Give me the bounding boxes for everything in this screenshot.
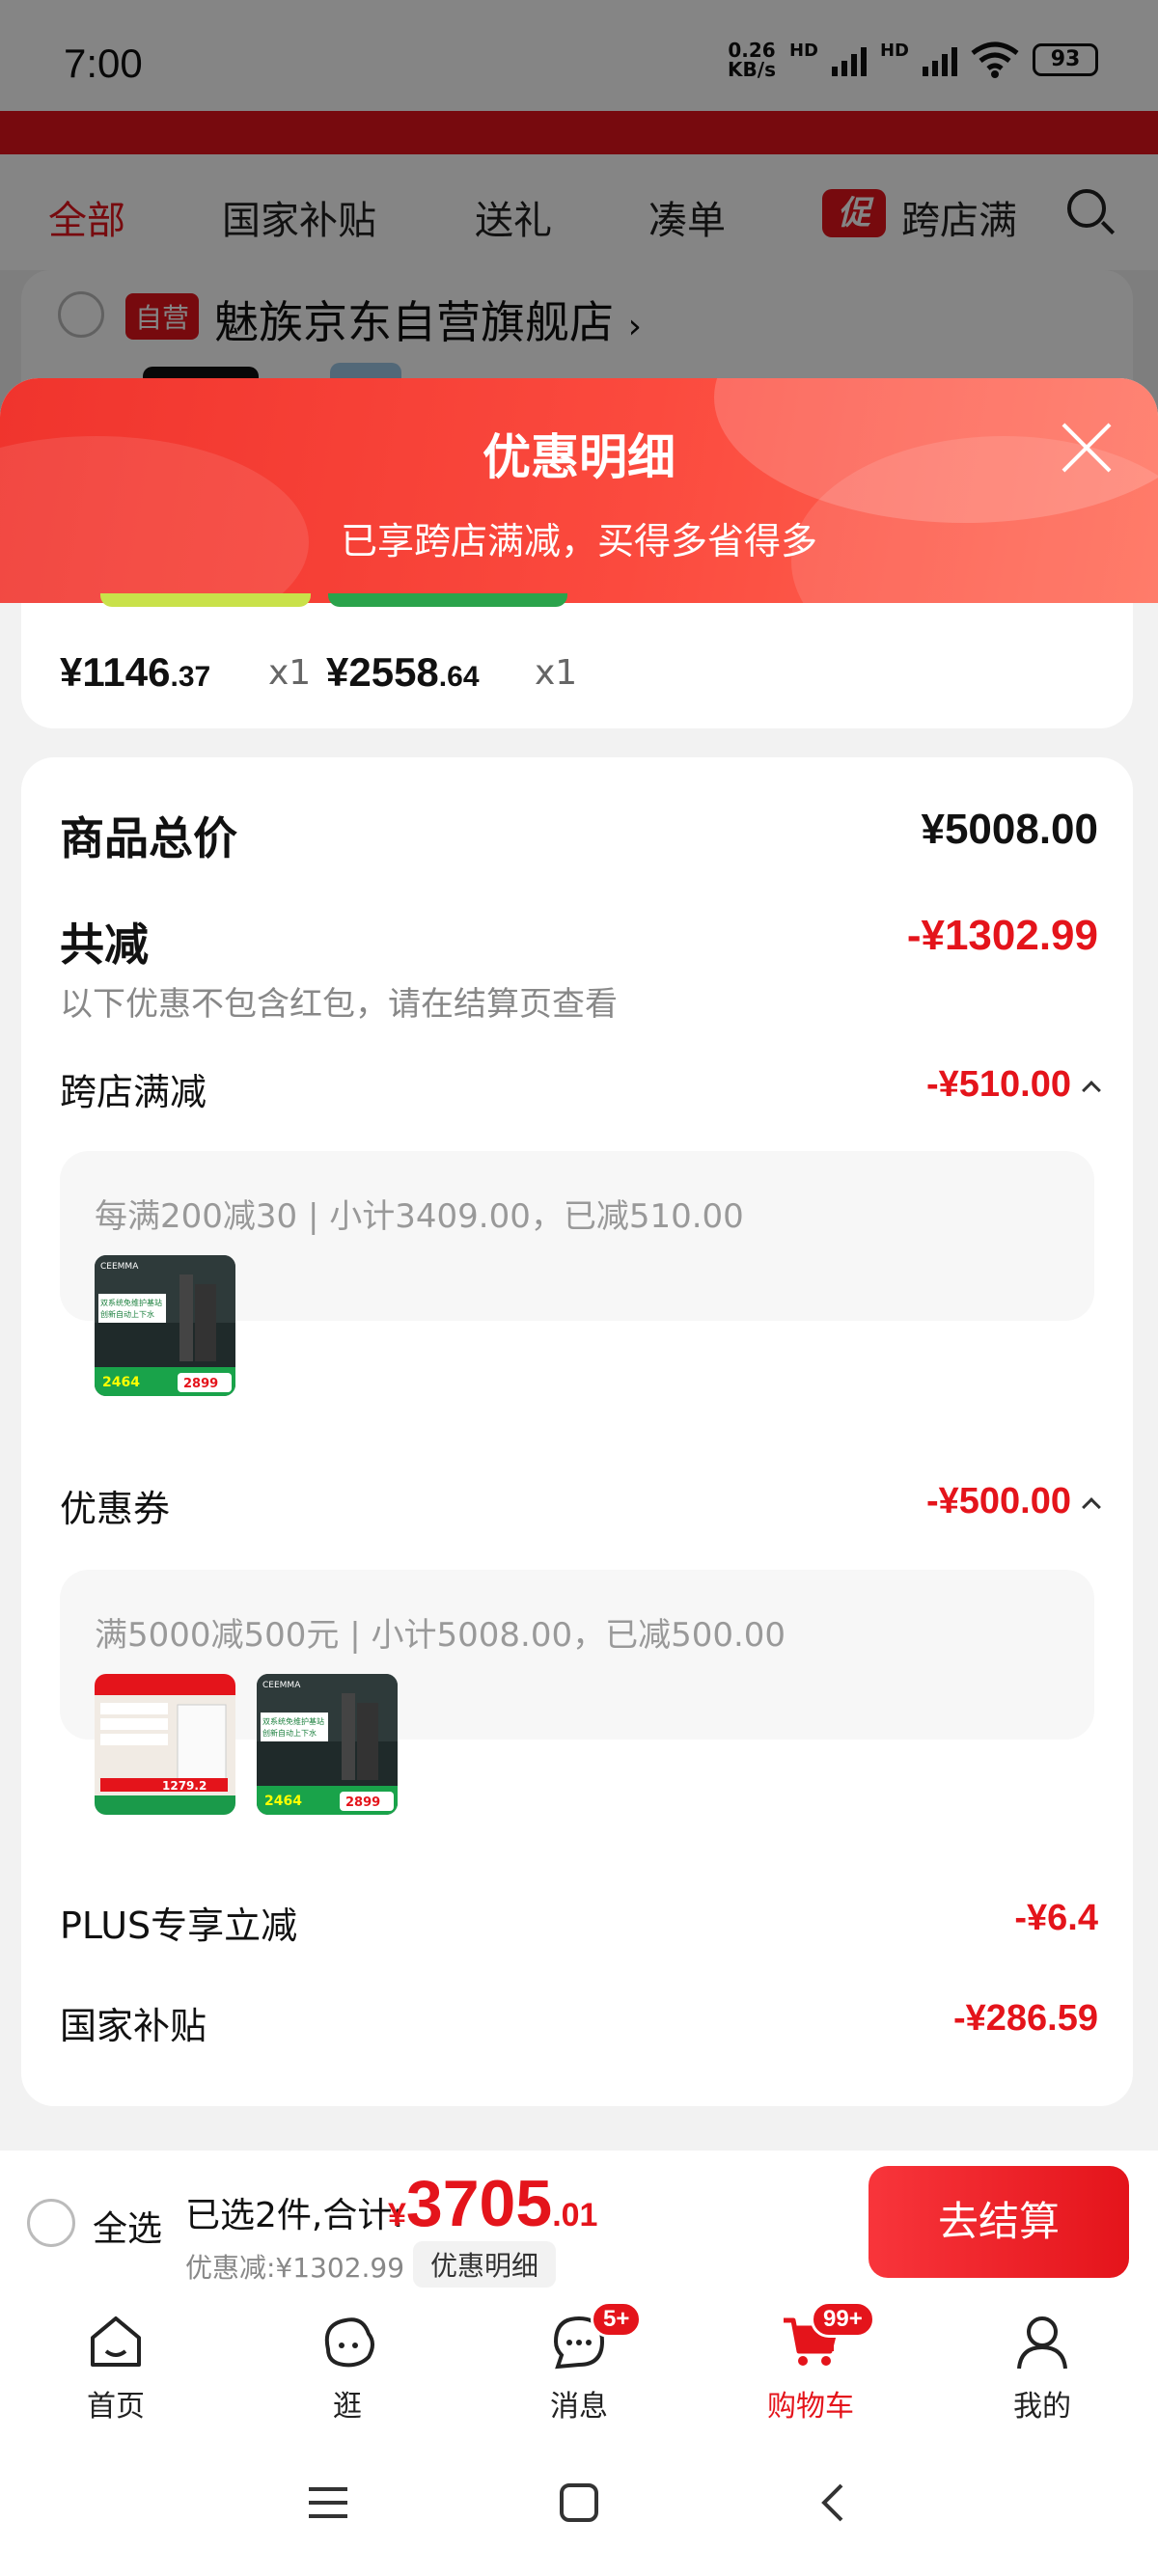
product-price: ¥2558.64 [326,649,480,695]
coupon-rule: 满5000减500元 | 小计5008.00，已减500.00 [95,1616,786,1655]
appliance-product-thumbnail[interactable]: 1279.2 [95,1674,235,1815]
reduction-note: 以下优惠不包含红包，请在结算页查看 [60,985,618,1024]
menu-icon[interactable] [307,2481,349,2524]
svg-text:双系统免维护基站: 双系统免维护基站 [100,1298,162,1307]
svg-text:CEEMMA: CEEMMA [100,1262,139,1272]
total-reduction-label: 共减 [60,918,149,971]
svg-text:2464: 2464 [102,1375,140,1390]
checkout-bar: 全选 已选2件,合计: ¥3705.01 优惠减:¥1302.99 优惠明细 去… [0,2151,1158,2295]
svg-text:2899: 2899 [345,1795,380,1810]
chevron-up-icon [1082,1081,1101,1100]
national-subsidy-label: 国家补贴 [60,2005,207,2047]
close-icon[interactable] [1058,419,1116,477]
back-icon[interactable] [813,2481,855,2524]
svg-text:2464: 2464 [264,1794,302,1809]
system-navigation-bar [0,2431,1158,2576]
total-reduction-value: -¥1302.99 [906,912,1098,959]
svg-text:2899: 2899 [183,1377,218,1391]
home-button-icon[interactable] [558,2481,600,2524]
product-quantity: x1 [535,653,578,693]
nav-messages[interactable]: 5+ 消息 [482,2295,676,2431]
nav-browse[interactable]: 逛 [251,2295,444,2431]
nav-cart[interactable]: 99+ 购物车 [714,2295,907,2431]
discount-detail-button[interactable]: 优惠明细 [413,2241,557,2288]
bottom-navigation: 首页 逛 5+ 消息 99+ 购物车 我的 [0,2295,1158,2431]
svg-text:创新自动上下水: 创新自动上下水 [262,1728,317,1738]
svg-text:CEEMMA: CEEMMA [262,1681,301,1690]
national-subsidy-value: -¥286.59 [952,1998,1098,2039]
cross-store-rule: 每满200减30 | 小计3409.00，已减510.00 [95,1197,744,1236]
cross-store-toggle[interactable]: -¥510.00 [926,1064,1101,1106]
selected-summary: 已选2件,合计: [185,2196,404,2235]
cross-store-detail-box: 每满200减30 | 小计3409.00，已减510.00 CEEMMA 双系统… [60,1151,1094,1396]
total-price-value: ¥5008.00 [921,806,1098,853]
svg-text:双系统免维护基站: 双系统免维护基站 [262,1716,324,1726]
chevron-up-icon [1082,1497,1101,1517]
sheet-header: 优惠明细 已享跨店满减，买得多省得多 [0,378,1158,603]
nav-profile[interactable]: 我的 [946,2295,1139,2431]
vacuum-product-thumbnail[interactable]: CEEMMA 双系统免维护基站 创新自动上下水 2464 2899 [257,1674,398,1815]
product-thumbnail-edge [328,593,567,607]
product-thumbnail-edge [100,593,311,607]
product-quantity: x1 [268,653,312,693]
message-badge: 5+ [591,2301,643,2338]
product-strip: ¥1146.37 x1 ¥2558.64 x1 [21,593,1133,728]
plus-discount-value: -¥6.4 [1014,1898,1098,1938]
select-all-radio[interactable] [27,2199,75,2247]
browse-icon [324,2317,374,2368]
checkout-button[interactable]: 去结算 [868,2166,1129,2278]
coupon-toggle[interactable]: -¥500.00 [926,1481,1101,1522]
product-price: ¥1146.37 [60,649,211,695]
sheet-title: 优惠明细 [482,429,676,485]
plus-discount-label: PLUS专享立减 [60,1905,298,1947]
checkout-total: ¥3705.01 [388,2167,598,2240]
coupon-label: 优惠券 [60,1488,171,1530]
cart-badge: 99+ [811,2301,875,2338]
total-price-label: 商品总价 [60,812,237,864]
svg-text:1279.2: 1279.2 [162,1779,207,1793]
cross-store-label: 跨店满减 [60,1071,207,1113]
svg-text:创新自动上下水: 创新自动上下水 [100,1309,154,1319]
checkout-discount: 优惠减:¥1302.99 [185,2252,405,2284]
vacuum-product-thumbnail[interactable]: CEEMMA 双系统免维护基站 创新自动上下水 2464 2899 [95,1255,235,1396]
coupon-detail-box: 满5000减500元 | 小计5008.00，已减500.00 1279.2 C… [60,1570,1094,1815]
home-icon [91,2316,141,2367]
select-all-label[interactable]: 全选 [93,2201,162,2251]
nav-home[interactable]: 首页 [19,2295,212,2431]
discount-detail-card: 商品总价 ¥5008.00 共减 -¥1302.99 以下优惠不包含红包，请在结… [21,757,1133,2106]
sheet-subtitle: 已享跨店满减，买得多省得多 [340,520,817,562]
profile-icon [1017,2316,1067,2370]
